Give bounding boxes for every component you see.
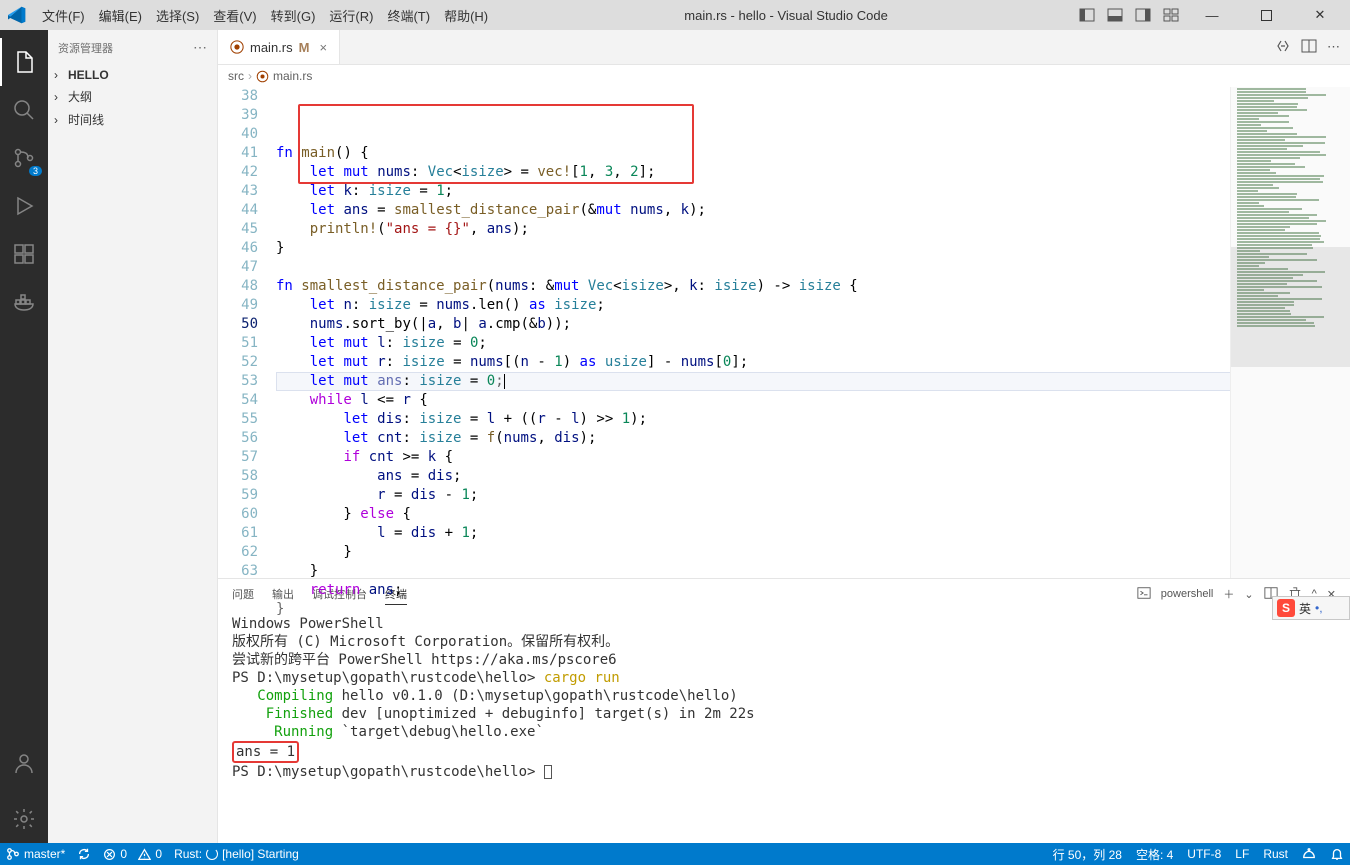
- ime-mode-label[interactable]: 英: [1299, 600, 1311, 617]
- sidebar-more-icon[interactable]: ⋯: [193, 39, 207, 56]
- menu-select[interactable]: 选择(S): [150, 6, 205, 25]
- tab-modified-marker: M: [299, 40, 310, 55]
- panel: 问题 输出 调试控制台 终端 powershell ＋ ⌄ ^ ✕ Window…: [218, 578, 1350, 843]
- spinner-icon: [206, 848, 218, 860]
- activity-docker[interactable]: [0, 278, 48, 326]
- window-maximize[interactable]: [1244, 0, 1288, 30]
- code-content[interactable]: fn main() { let mut nums: Vec<isize> = v…: [276, 87, 1350, 578]
- customize-layout-icon[interactable]: [1162, 6, 1180, 24]
- status-rust[interactable]: Rust: [hello] Starting: [174, 847, 299, 861]
- menu-help[interactable]: 帮助(H): [438, 6, 494, 25]
- tab-filename: main.rs: [250, 40, 293, 55]
- breadcrumb-file[interactable]: main.rs: [273, 69, 312, 83]
- compare-changes-icon[interactable]: [1275, 38, 1291, 57]
- activity-settings[interactable]: [0, 795, 48, 843]
- status-encoding[interactable]: UTF-8: [1187, 847, 1221, 861]
- breadcrumbs[interactable]: src › main.rs: [218, 65, 1350, 87]
- menu-view[interactable]: 查看(V): [207, 6, 262, 25]
- split-editor-icon[interactable]: [1301, 38, 1317, 57]
- sidebar-title: 资源管理器: [58, 40, 113, 56]
- line-gutter: 3839404142434445464748495051525354555657…: [218, 87, 276, 578]
- menu-go[interactable]: 转到(G): [265, 6, 322, 25]
- activity-search[interactable]: [0, 86, 48, 134]
- status-bell-icon[interactable]: [1330, 847, 1344, 861]
- window-title: main.rs - hello - Visual Studio Code: [494, 8, 1078, 23]
- scm-badge: 3: [29, 166, 42, 176]
- tab-main-rs[interactable]: main.rs M ×: [218, 30, 340, 64]
- status-line-col[interactable]: 行 50，列 28: [1053, 846, 1122, 863]
- activity-extensions[interactable]: [0, 230, 48, 278]
- activity-explorer[interactable]: [0, 38, 48, 86]
- sidebar-explorer: 资源管理器 ⋯ ›HELLO ›大纲 ›时间线: [48, 30, 218, 843]
- status-branch[interactable]: master*: [6, 847, 65, 861]
- vscode-logo-icon: [8, 6, 26, 24]
- title-bar: 文件(F) 编辑(E) 选择(S) 查看(V) 转到(G) 运行(R) 终端(T…: [0, 0, 1350, 30]
- layout-left-icon[interactable]: [1078, 6, 1096, 24]
- panel-tab-problems[interactable]: 问题: [232, 584, 254, 604]
- breadcrumb-src[interactable]: src: [228, 69, 244, 83]
- menu-bar: 文件(F) 编辑(E) 选择(S) 查看(V) 转到(G) 运行(R) 终端(T…: [36, 6, 494, 25]
- ime-widget[interactable]: S 英 •,: [1272, 596, 1350, 620]
- status-eol[interactable]: LF: [1235, 847, 1249, 861]
- terminal-output[interactable]: Windows PowerShell版权所有 (C) Microsoft Cor…: [218, 609, 1350, 843]
- activity-account[interactable]: [0, 739, 48, 787]
- ime-more-icon[interactable]: •,: [1315, 601, 1323, 615]
- status-problems[interactable]: 0 0: [103, 847, 162, 861]
- editor-area: main.rs M × ⋯ src › main.rs 383940414243…: [218, 30, 1350, 843]
- status-sync[interactable]: [77, 847, 91, 861]
- activity-debug[interactable]: [0, 182, 48, 230]
- status-indent[interactable]: 空格: 4: [1136, 846, 1173, 863]
- sidebar-section-outline[interactable]: ›大纲: [48, 85, 217, 108]
- layout-bottom-icon[interactable]: [1106, 6, 1124, 24]
- sidebar-section-timeline[interactable]: ›时间线: [48, 108, 217, 131]
- status-bar: master* 0 0 Rust: [hello] Starting 行 50，…: [0, 843, 1350, 865]
- minimap-viewport[interactable]: [1231, 247, 1350, 367]
- activity-scm[interactable]: 3: [0, 134, 48, 182]
- rust-file-icon: [256, 70, 269, 83]
- sogou-logo-icon: S: [1277, 599, 1295, 617]
- rust-file-icon: [230, 40, 244, 54]
- layout-right-icon[interactable]: [1134, 6, 1152, 24]
- menu-file[interactable]: 文件(F): [36, 6, 91, 25]
- sidebar-section-hello[interactable]: ›HELLO: [48, 65, 217, 85]
- activity-bar: 3: [0, 30, 48, 843]
- status-lang[interactable]: Rust: [1263, 847, 1288, 861]
- window-close[interactable]: ✕: [1298, 0, 1342, 30]
- menu-run[interactable]: 运行(R): [323, 6, 379, 25]
- window-minimize[interactable]: —: [1190, 0, 1234, 30]
- menu-edit[interactable]: 编辑(E): [93, 6, 148, 25]
- code-editor[interactable]: 3839404142434445464748495051525354555657…: [218, 87, 1350, 578]
- tab-close-icon[interactable]: ×: [319, 40, 327, 55]
- tab-bar: main.rs M × ⋯: [218, 30, 1350, 65]
- minimap[interactable]: [1230, 87, 1350, 578]
- status-feedback-icon[interactable]: [1302, 847, 1316, 861]
- editor-more-icon[interactable]: ⋯: [1327, 39, 1340, 55]
- menu-terminal[interactable]: 终端(T): [381, 6, 436, 25]
